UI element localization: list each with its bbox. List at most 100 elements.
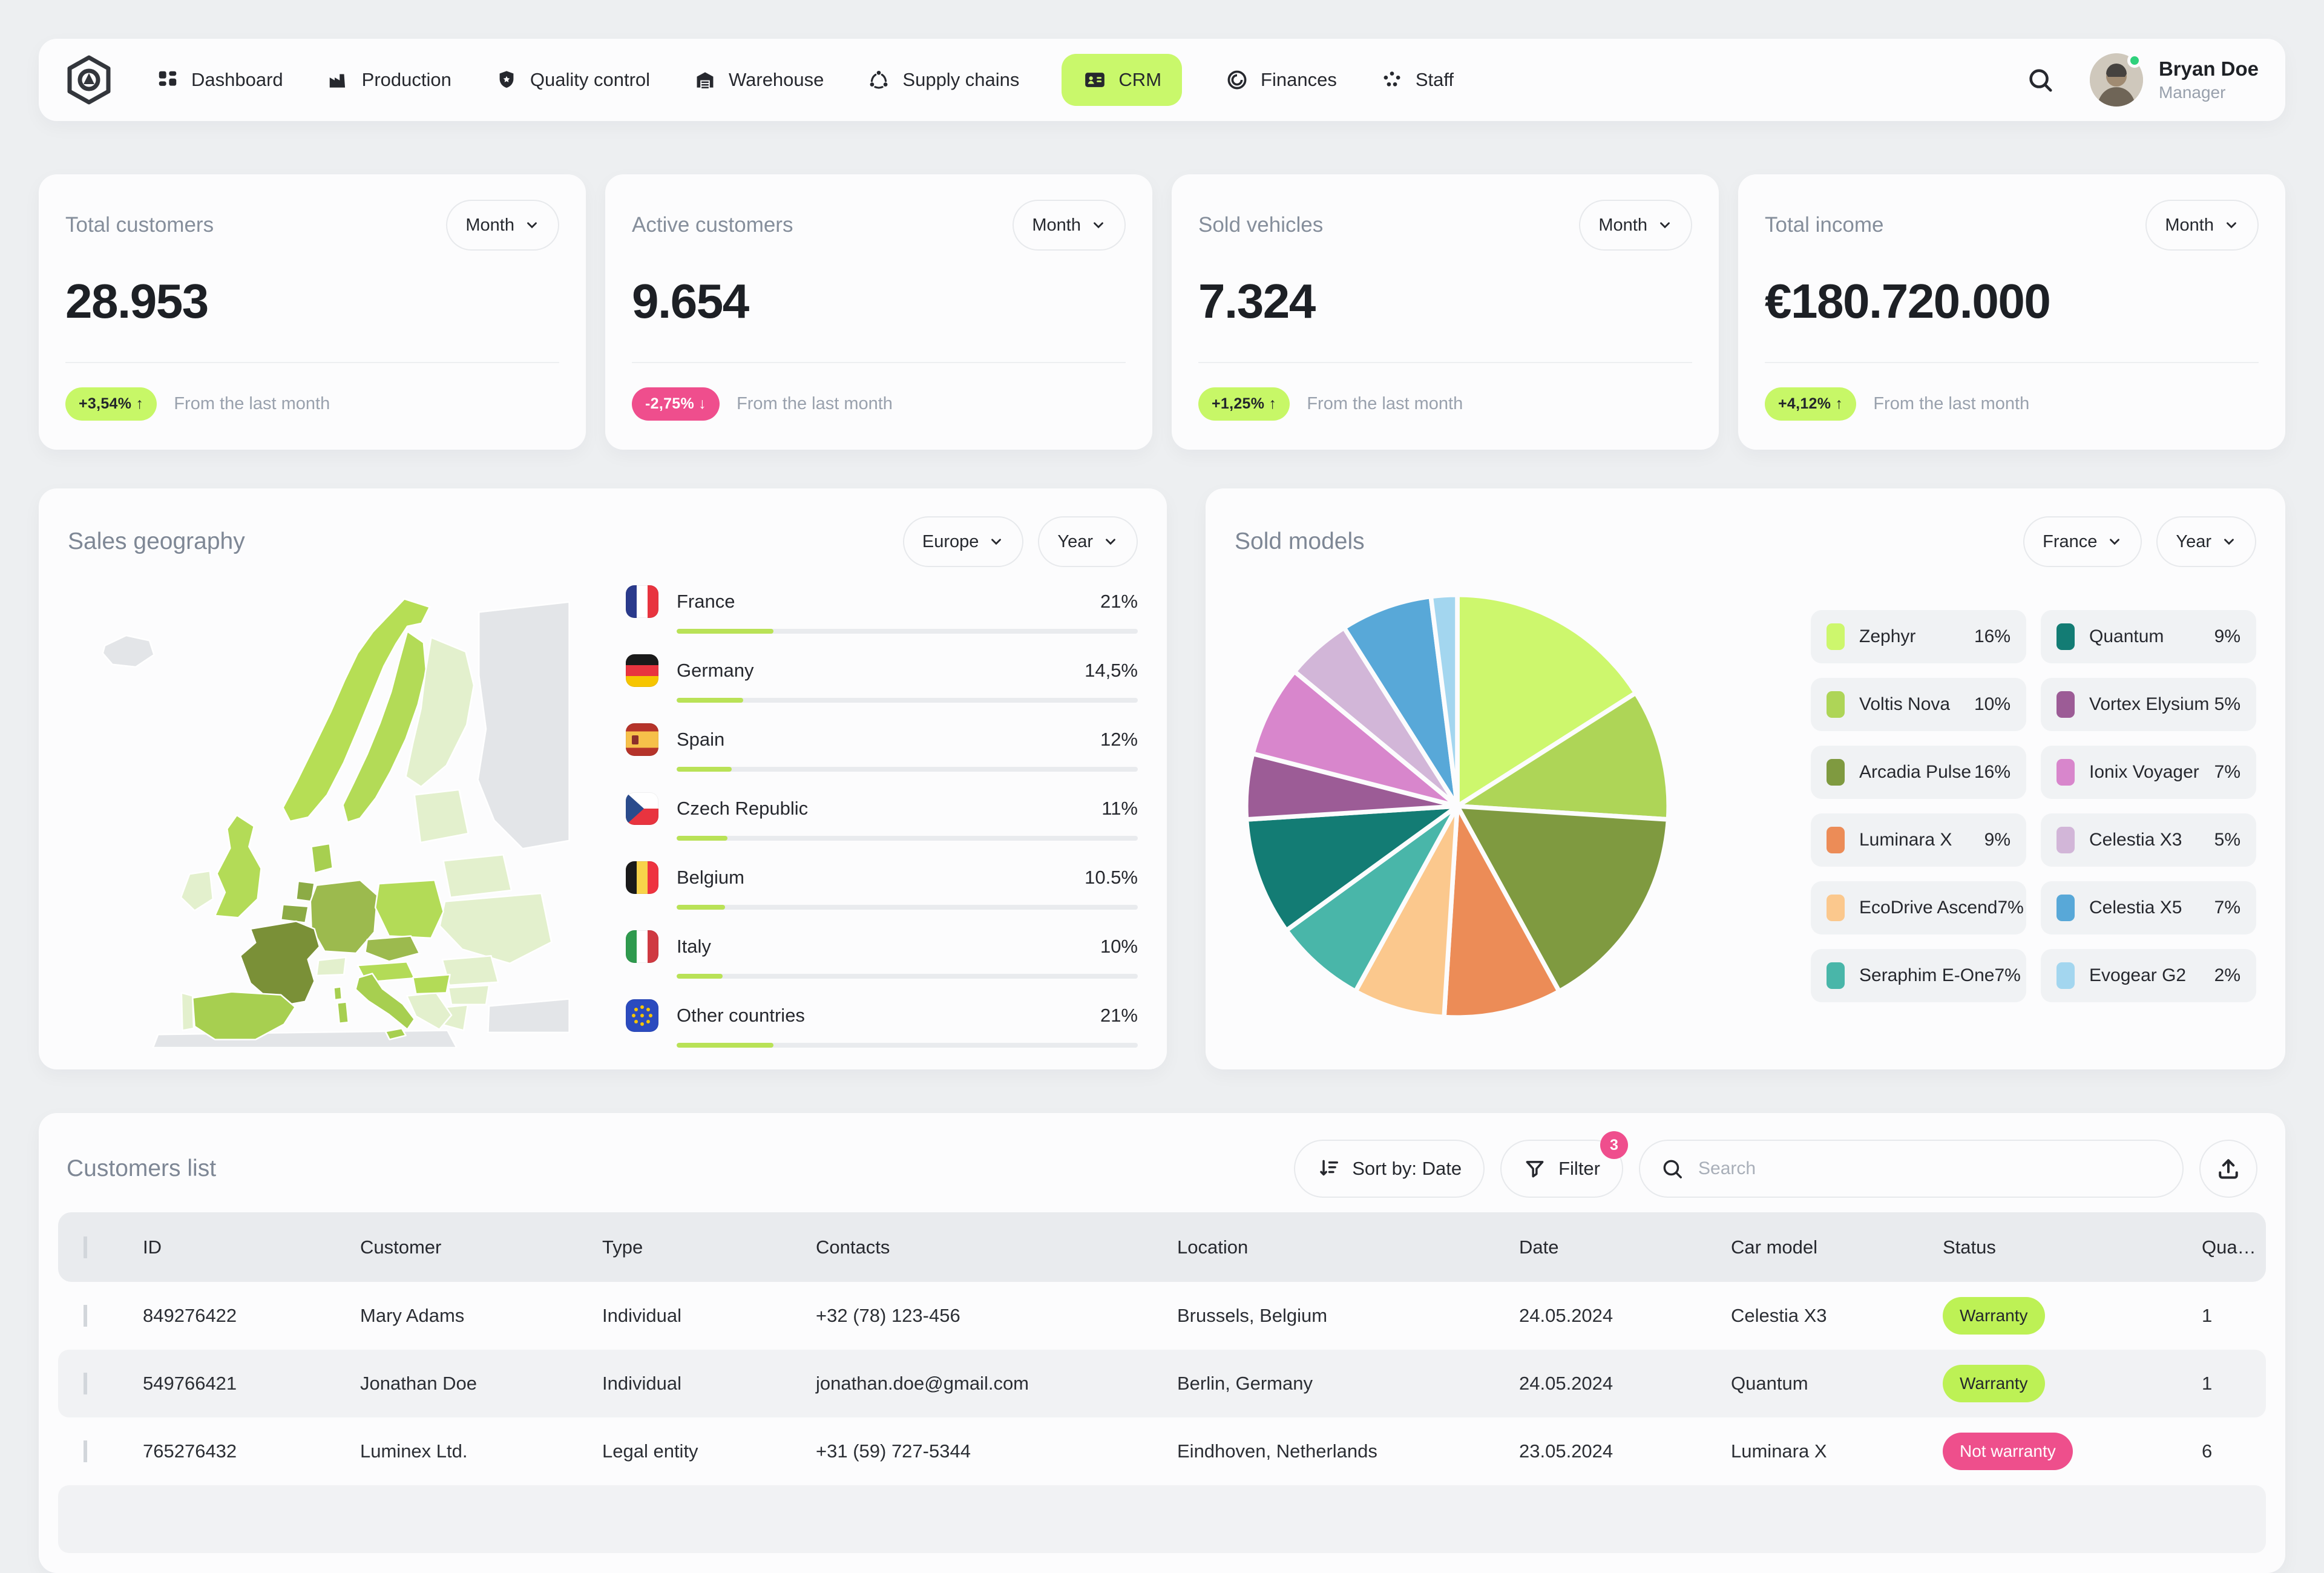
progress-fill — [677, 836, 727, 841]
column-header-location[interactable]: Location — [1171, 1236, 1513, 1258]
column-header-contacts[interactable]: Contacts — [810, 1236, 1171, 1258]
nav-item-label: CRM — [1118, 69, 1161, 91]
legend-item-voltis-nova: Voltis Nova 10% — [1811, 678, 2026, 731]
stat-card-1: Active customers Month 9.654 -2,75% ↓ Fr… — [605, 174, 1152, 450]
cell-car-model: Luminara X — [1725, 1440, 1937, 1462]
legend-item-arcadia-pulse: Arcadia Pulse 16% — [1811, 746, 2026, 799]
legend-percent: 5% — [2214, 694, 2240, 715]
geo-period-select[interactable]: Year — [1038, 516, 1138, 567]
nav-item-label: Finances — [1261, 69, 1337, 91]
legend-swatch — [2056, 691, 2075, 718]
top-nav: Dashboard Production Quality control War… — [39, 39, 2285, 121]
table-row[interactable]: 549766421 Jonathan Doe Individual jonath… — [58, 1350, 2266, 1417]
flag-cz-icon — [626, 792, 658, 825]
nav-item-staff[interactable]: Staff — [1379, 67, 1454, 93]
country-percent: 10% — [1100, 936, 1138, 957]
legend-percent: 7% — [1997, 898, 2023, 918]
avatar — [2090, 53, 2143, 107]
nav-search-icon[interactable] — [2026, 65, 2055, 94]
stats-row: Total customers Month 28.953 +3,54% ↑ Fr… — [39, 174, 2285, 450]
nav-item-finances[interactable]: Finances — [1224, 67, 1337, 93]
legend-swatch — [2056, 895, 2075, 921]
staff-icon — [1379, 67, 1405, 93]
nav-item-label: Dashboard — [191, 69, 283, 91]
cell-location: Brussels, Belgium — [1171, 1305, 1513, 1327]
nav-item-dashboard[interactable]: Dashboard — [155, 67, 283, 93]
column-header-status[interactable]: Status — [1937, 1236, 2196, 1258]
divider — [632, 362, 1126, 363]
legend-swatch — [1827, 759, 1845, 786]
map-hungary — [413, 974, 450, 994]
user-menu[interactable]: Bryan Doe Manager — [2090, 53, 2259, 107]
export-button[interactable] — [2199, 1140, 2257, 1198]
legend-swatch — [1827, 691, 1845, 718]
country-row-fr: France 21% — [626, 585, 1138, 634]
brand-logo-icon[interactable] — [65, 55, 113, 105]
divider — [1198, 362, 1692, 363]
country-name: Germany — [677, 660, 753, 681]
user-role: Manager — [2159, 83, 2259, 102]
legend-item-evogear-g2: Evogear G2 2% — [2041, 949, 2256, 1002]
table-search[interactable] — [1639, 1140, 2184, 1198]
stat-note: From the last month — [174, 394, 330, 414]
change-badge: +4,12% ↑ — [1765, 387, 1856, 421]
row-checkbox[interactable] — [84, 1440, 87, 1462]
models-period-select[interactable]: Year — [2156, 516, 2256, 567]
table-row[interactable]: 849276422 Mary Adams Individual +32 (78)… — [58, 1282, 2266, 1350]
select-all-checkbox[interactable] — [84, 1236, 87, 1258]
quality-icon — [494, 67, 519, 93]
cell-quantity: 6 — [2196, 1440, 2266, 1462]
cell-id: 549766421 — [137, 1373, 354, 1394]
nav-item-quality[interactable]: Quality control — [494, 67, 650, 93]
status-badge: Warranty — [1943, 1297, 2045, 1335]
stat-period-select[interactable]: Month — [2145, 200, 2259, 251]
cell-customer: Mary Adams — [354, 1305, 596, 1327]
column-header-date[interactable]: Date — [1513, 1236, 1725, 1258]
nav-item-production[interactable]: Production — [326, 67, 451, 93]
map-africa — [153, 1030, 457, 1048]
column-header-car-model[interactable]: Car model — [1725, 1236, 1937, 1258]
sold-models-pie-chart — [1239, 588, 1675, 1024]
table-row[interactable]: 765276432 Luminex Ltd. Legal entity +31 … — [58, 1417, 2266, 1485]
column-header-customer[interactable]: Customer — [354, 1236, 596, 1258]
map-belarus — [444, 855, 511, 897]
sold-models-header: Sold models France Year — [1235, 516, 2256, 567]
table-row-partial — [58, 1485, 2266, 1553]
legend-column-2: Quantum 9% Vortex Elysium 5% Ionix Voyag… — [2041, 610, 2256, 1002]
nav-item-label: Warehouse — [729, 69, 824, 91]
chevron-down-icon — [1091, 217, 1106, 233]
cell-date: 24.05.2024 — [1513, 1305, 1725, 1327]
chevron-down-icon — [2107, 534, 2122, 550]
legend-item-quantum: Quantum 9% — [2041, 610, 2256, 663]
nav-item-warehouse[interactable]: Warehouse — [692, 67, 824, 93]
legend-percent: 7% — [2214, 762, 2240, 783]
stat-note: From the last month — [1307, 394, 1463, 414]
legend-percent: 2% — [2214, 965, 2240, 986]
table-body: 849276422 Mary Adams Individual +32 (78)… — [58, 1282, 2266, 1485]
nav-item-supply[interactable]: Supply chains — [866, 67, 1019, 93]
stat-period-select[interactable]: Month — [1579, 200, 1692, 251]
map-baltics — [415, 790, 468, 842]
models-region-select[interactable]: France — [2023, 516, 2142, 567]
crm-icon — [1082, 67, 1108, 93]
cell-type: Individual — [596, 1373, 810, 1394]
cell-quantity: 1 — [2196, 1305, 2266, 1327]
search-input[interactable] — [1697, 1158, 2162, 1180]
column-header-type[interactable]: Type — [596, 1236, 810, 1258]
legend-label: Quantum — [2089, 626, 2164, 647]
legend-label: Celestia X5 — [2089, 898, 2182, 918]
row-checkbox[interactable] — [84, 1373, 87, 1394]
column-header-id[interactable]: ID — [137, 1236, 354, 1258]
cell-customer: Jonathan Doe — [354, 1373, 596, 1394]
stat-period-select[interactable]: Month — [1013, 200, 1126, 251]
stat-period-select[interactable]: Month — [446, 200, 559, 251]
nav-item-crm[interactable]: CRM — [1062, 54, 1182, 106]
stat-note: From the last month — [1873, 394, 2029, 414]
sort-button[interactable]: Sort by: Date — [1294, 1140, 1485, 1198]
geo-region-select[interactable]: Europe — [903, 516, 1024, 567]
column-header-quantity[interactable]: Quantity — [2196, 1236, 2266, 1258]
row-checkbox[interactable] — [84, 1305, 87, 1327]
chevron-down-icon — [2224, 217, 2239, 233]
sales-geography-title: Sales geography — [68, 528, 245, 555]
legend-swatch — [1827, 895, 1845, 921]
